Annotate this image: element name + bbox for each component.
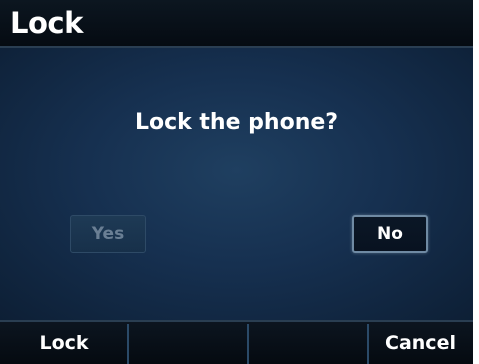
screen-title: Lock — [10, 6, 83, 40]
dialog-prompt: Lock the phone? — [134, 110, 339, 135]
softkey-empty-3[interactable] — [248, 322, 368, 364]
title-bar: Lock — [0, 0, 473, 48]
softkey-cancel[interactable]: Cancel — [368, 322, 473, 364]
screen-edge — [473, 0, 479, 364]
softkey-bar: Lock Cancel — [0, 320, 473, 364]
softkey-empty-2[interactable] — [128, 322, 248, 364]
softkey-lock[interactable]: Lock — [0, 322, 128, 364]
no-button[interactable]: No — [352, 215, 428, 253]
phone-screen: Lock Lock the phone? Yes No Lock Cancel — [0, 0, 473, 364]
yes-button[interactable]: Yes — [70, 215, 146, 253]
dialog-area: Lock the phone? Yes No — [0, 48, 473, 320]
